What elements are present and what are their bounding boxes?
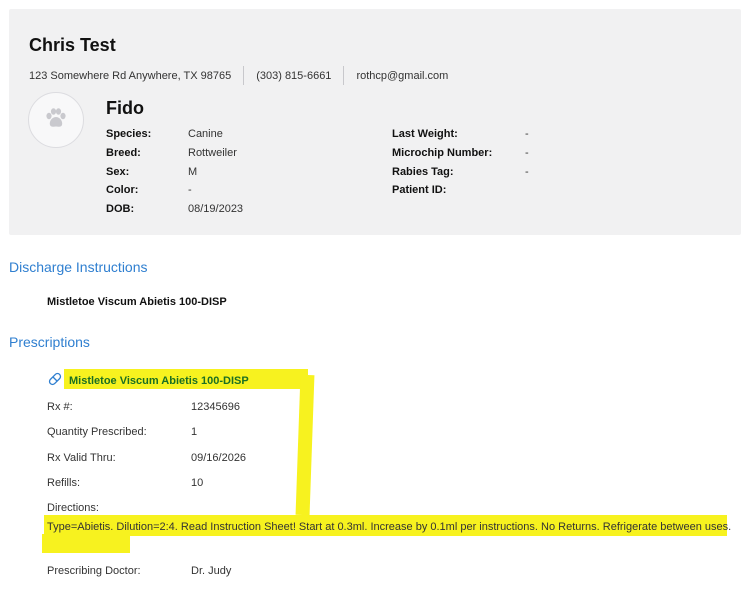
prescription-item-title[interactable]: Mistletoe Viscum Abietis 100-DISP [47, 371, 249, 390]
directions-label: Directions: [47, 502, 99, 514]
rx-field-value: 12345696 [191, 401, 240, 413]
detail-value: Rottweiler [188, 147, 237, 160]
rx-field-row: Rx Valid Thru: 09/16/2026 [47, 452, 246, 464]
pill-icon [47, 371, 69, 390]
divider [343, 66, 345, 85]
rx-field-value: 1 [191, 426, 198, 438]
prescribing-doctor-label: Prescribing Doctor: [47, 565, 141, 577]
patient-details-right: Last Weight: - Microchip Number: - Rabie… [392, 125, 529, 200]
prescriptions-section-title: Prescriptions [9, 334, 90, 350]
owner-name: Chris Test [29, 35, 116, 55]
discharge-section-title: Discharge Instructions [9, 259, 148, 275]
rx-field-label: Rx #: [47, 401, 73, 413]
detail-row: Color: - [106, 181, 243, 200]
detail-value: - [525, 128, 529, 141]
avatar [28, 92, 84, 148]
rx-field-row: Prescribing Doctor: Dr. Judy [47, 565, 231, 577]
patient-name: Fido [106, 98, 144, 118]
divider [243, 66, 245, 85]
detail-label: Breed: [106, 147, 141, 160]
detail-value: - [525, 165, 529, 178]
rx-field-label: Quantity Prescribed: [47, 426, 147, 438]
detail-row: Rabies Tag: - [392, 162, 529, 181]
detail-row: Patient ID: [392, 181, 529, 200]
patient-details-left: Species: Canine Breed: Rottweiler Sex: M… [106, 125, 243, 218]
paw-icon [42, 104, 70, 137]
rx-field-row: Quantity Prescribed: 1 [47, 426, 197, 438]
rx-field-row: Refills: 10 [47, 477, 203, 489]
detail-row: Sex: M [106, 162, 243, 181]
detail-label: Species: [106, 128, 152, 141]
detail-label: Microchip Number: [392, 147, 493, 160]
rx-field-row: Rx #: 12345696 [47, 401, 240, 413]
owner-phone: (303) 815-6661 [256, 69, 332, 82]
rx-field-value: 09/16/2026 [191, 452, 247, 464]
detail-row: Species: Canine [106, 125, 243, 144]
prescription-item-name: Mistletoe Viscum Abietis 100-DISP [69, 374, 249, 387]
highlight-mark [295, 374, 315, 516]
discharge-item: Mistletoe Viscum Abietis 100-DISP [47, 296, 227, 308]
detail-value: Canine [188, 128, 223, 141]
detail-row: DOB: 08/19/2023 [106, 200, 243, 219]
detail-value: - [525, 147, 529, 160]
detail-value: - [188, 184, 192, 197]
detail-value: 08/19/2023 [188, 203, 244, 216]
rx-field-label: Rx Valid Thru: [47, 452, 116, 464]
detail-value: M [188, 165, 198, 178]
prescribing-doctor-value: Dr. Judy [191, 565, 232, 577]
detail-label: Last Weight: [392, 128, 458, 141]
detail-label: Rabies Tag: [392, 165, 454, 178]
detail-row: Microchip Number: - [392, 144, 529, 163]
detail-row: Last Weight: - [392, 125, 529, 144]
detail-label: Patient ID: [392, 184, 447, 197]
owner-contact-row: 123 Somewhere Rd Anywhere, TX 98765 (303… [29, 66, 448, 85]
directions-text: Type=Abietis. Dilution=2:4. Read Instruc… [47, 521, 732, 533]
detail-row: Breed: Rottweiler [106, 144, 243, 163]
detail-label: DOB: [106, 203, 135, 216]
detail-label: Sex: [106, 165, 130, 178]
detail-label: Color: [106, 184, 139, 197]
patient-header-card: Chris Test 123 Somewhere Rd Anywhere, TX… [9, 9, 741, 235]
rx-field-label: Refills: [47, 477, 81, 489]
rx-field-value: 10 [191, 477, 204, 489]
owner-email: rothcp@gmail.com [356, 69, 449, 82]
owner-address: 123 Somewhere Rd Anywhere, TX 98765 [29, 69, 232, 82]
